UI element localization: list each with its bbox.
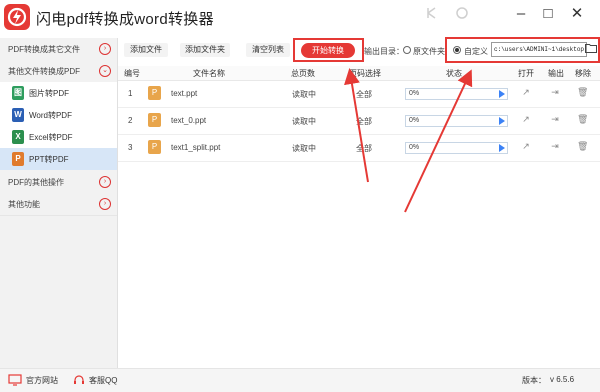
trash-icon[interactable]: 🗑 xyxy=(577,141,588,152)
col-header: 输出 xyxy=(548,69,564,78)
page-count: 读取中 xyxy=(292,144,316,153)
col-header: 打开 xyxy=(518,69,534,78)
progress-text: 0% xyxy=(409,117,420,124)
sidebar-section-pdf-to-other[interactable]: PDF转换成其它文件 › xyxy=(0,38,117,61)
output-icon[interactable]: ⇥ xyxy=(550,114,560,125)
col-header: 移除 xyxy=(575,69,591,78)
brand-watermark-icon xyxy=(456,7,468,19)
table-row[interactable]: 2 P text_0.ppt 读取中 全部 0% ↗ ⇥ 🗑 xyxy=(118,107,600,135)
image-icon: 图 xyxy=(12,86,24,100)
col-header: 文件名称 xyxy=(193,69,225,78)
ppt-file-icon: P xyxy=(148,113,161,127)
chevron-right-icon: › xyxy=(99,43,111,55)
page-range[interactable]: 全部 xyxy=(356,143,372,154)
close-button[interactable]: ✕ xyxy=(566,3,588,25)
support-qq-link[interactable]: 客服QQ xyxy=(89,375,117,386)
monitor-icon xyxy=(8,374,22,386)
title-bar: 闪电pdf转换成word转换器 – □ ✕ xyxy=(0,0,600,38)
output-dir-label: 输出目录： xyxy=(364,47,404,56)
minimize-button[interactable]: – xyxy=(510,3,532,25)
chevron-down-icon: ⌄ xyxy=(99,65,111,77)
ppt-file-icon: P xyxy=(148,86,161,100)
table-row[interactable]: 1 P text.ppt 读取中 全部 0% ↗ ⇥ 🗑 xyxy=(118,80,600,108)
brand-watermark-icon xyxy=(427,7,436,19)
progress-text: 0% xyxy=(409,144,420,151)
sidebar-item-label: PPT转PDF xyxy=(29,155,69,164)
table-row[interactable]: 3 P text1_split.ppt 读取中 全部 0% ↗ ⇥ 🗑 xyxy=(118,134,600,162)
row-number: 2 xyxy=(128,116,133,125)
file-name: text1_split.ppt xyxy=(171,143,221,152)
main-panel: 添加文件 添加文件夹 清空列表 开始转换 输出目录： 原文件夹 自定义 c:\u… xyxy=(118,37,600,368)
table-header: 编号 文件名称 总页数 页码选择 状态 打开 输出 移除 xyxy=(118,66,600,81)
progress-bar: 0% xyxy=(405,115,508,127)
word-icon: W xyxy=(12,108,24,122)
sidebar-item-word-to-pdf[interactable]: W Word转PDF xyxy=(0,104,117,126)
page-count: 读取中 xyxy=(292,90,316,99)
highlight-box-start xyxy=(293,38,364,62)
progress-text: 0% xyxy=(409,90,420,97)
page-range[interactable]: 全部 xyxy=(356,116,372,127)
chevron-right-icon: › xyxy=(99,176,111,188)
original-folder-label: 原文件夹 xyxy=(413,47,445,56)
file-name: text.ppt xyxy=(171,89,198,98)
output-icon[interactable]: ⇥ xyxy=(550,141,560,152)
col-header: 编号 xyxy=(124,69,140,78)
sidebar-item-image-to-pdf[interactable]: 图 图片转PDF xyxy=(0,82,117,104)
app-title: 闪电pdf转换成word转换器 xyxy=(36,11,214,28)
open-icon[interactable]: ↗ xyxy=(521,141,531,152)
file-name: text_0.ppt xyxy=(171,116,207,125)
ppt-icon: P xyxy=(12,152,24,166)
version-value: v 6.5.6 xyxy=(550,375,575,384)
excel-icon: X xyxy=(12,130,24,144)
original-folder-radio[interactable] xyxy=(403,46,411,54)
footer: 官方网站 客服QQ 版本： v 6.5.6 xyxy=(0,368,600,392)
sidebar-section-other-functions[interactable]: 其他功能 › xyxy=(0,193,117,216)
row-number: 3 xyxy=(128,143,133,152)
add-folder-button[interactable]: 添加文件夹 xyxy=(180,43,230,57)
sidebar-item-label: 图片转PDF xyxy=(29,89,69,98)
trash-icon[interactable]: 🗑 xyxy=(577,87,588,98)
section-label: 其他文件转换成PDF xyxy=(8,67,80,76)
ppt-file-icon: P xyxy=(148,140,161,154)
section-label: PDF转换成其它文件 xyxy=(8,45,80,54)
row-number: 1 xyxy=(128,89,133,98)
headset-icon xyxy=(74,375,84,384)
official-site-link[interactable]: 官方网站 xyxy=(26,375,58,386)
page-range[interactable]: 全部 xyxy=(356,89,372,100)
page-count: 读取中 xyxy=(292,117,316,126)
play-icon[interactable] xyxy=(499,117,505,125)
highlight-box-output xyxy=(445,37,600,63)
play-icon[interactable] xyxy=(499,144,505,152)
add-file-button[interactable]: 添加文件 xyxy=(124,43,168,57)
section-label: PDF的其他操作 xyxy=(8,178,64,187)
sidebar-item-excel-to-pdf[interactable]: X Excel转PDF xyxy=(0,126,117,148)
col-header: 页码选择 xyxy=(349,69,381,78)
open-icon[interactable]: ↗ xyxy=(521,114,531,125)
sidebar-item-ppt-to-pdf[interactable]: P PPT转PDF xyxy=(0,148,117,170)
trash-icon[interactable]: 🗑 xyxy=(577,114,588,125)
toolbar: 添加文件 添加文件夹 清空列表 开始转换 输出目录： 原文件夹 自定义 c:\u… xyxy=(118,37,600,63)
clear-list-button[interactable]: 清空列表 xyxy=(246,43,290,57)
sidebar-section-other-to-pdf[interactable]: 其他文件转换成PDF ⌄ xyxy=(0,60,117,83)
sidebar: PDF转换成其它文件 › 其他文件转换成PDF ⌄ 图 图片转PDF W Wor… xyxy=(0,38,118,368)
section-label: 其他功能 xyxy=(8,200,40,209)
play-icon[interactable] xyxy=(499,90,505,98)
sidebar-item-label: Excel转PDF xyxy=(29,133,73,142)
version-label: 版本： xyxy=(522,376,546,385)
progress-bar: 0% xyxy=(405,142,508,154)
col-header: 状态 xyxy=(446,69,462,78)
sidebar-section-pdf-other-ops[interactable]: PDF的其他操作 › xyxy=(0,171,117,194)
sidebar-item-label: Word转PDF xyxy=(29,111,72,120)
chevron-right-icon: › xyxy=(99,198,111,210)
app-logo-icon xyxy=(4,4,30,30)
progress-bar: 0% xyxy=(405,88,508,100)
output-icon[interactable]: ⇥ xyxy=(550,87,560,98)
open-icon[interactable]: ↗ xyxy=(521,87,531,98)
col-header: 总页数 xyxy=(291,69,315,78)
maximize-button[interactable]: □ xyxy=(537,3,559,25)
